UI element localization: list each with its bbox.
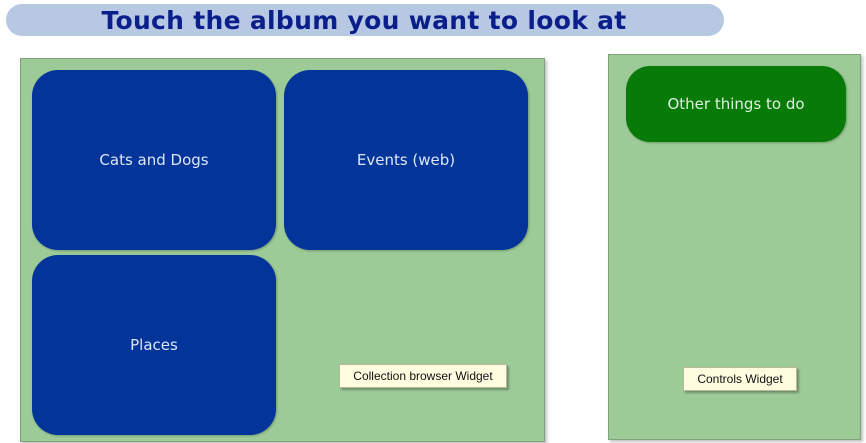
- page-title: Touch the album you want to look at: [101, 5, 627, 35]
- album-button-places[interactable]: Places: [32, 255, 276, 435]
- collection-browser-widget-label: Collection browser Widget: [339, 364, 507, 388]
- other-things-button[interactable]: Other things to do: [626, 66, 846, 142]
- album-button-events-web[interactable]: Events (web): [284, 70, 528, 250]
- collection-browser-panel: Cats and Dogs Events (web) Places Collec…: [20, 58, 545, 442]
- album-button-cats-and-dogs[interactable]: Cats and Dogs: [32, 70, 276, 250]
- controls-widget-label: Controls Widget: [683, 367, 797, 391]
- controls-panel: Other things to do Controls Widget: [608, 54, 861, 440]
